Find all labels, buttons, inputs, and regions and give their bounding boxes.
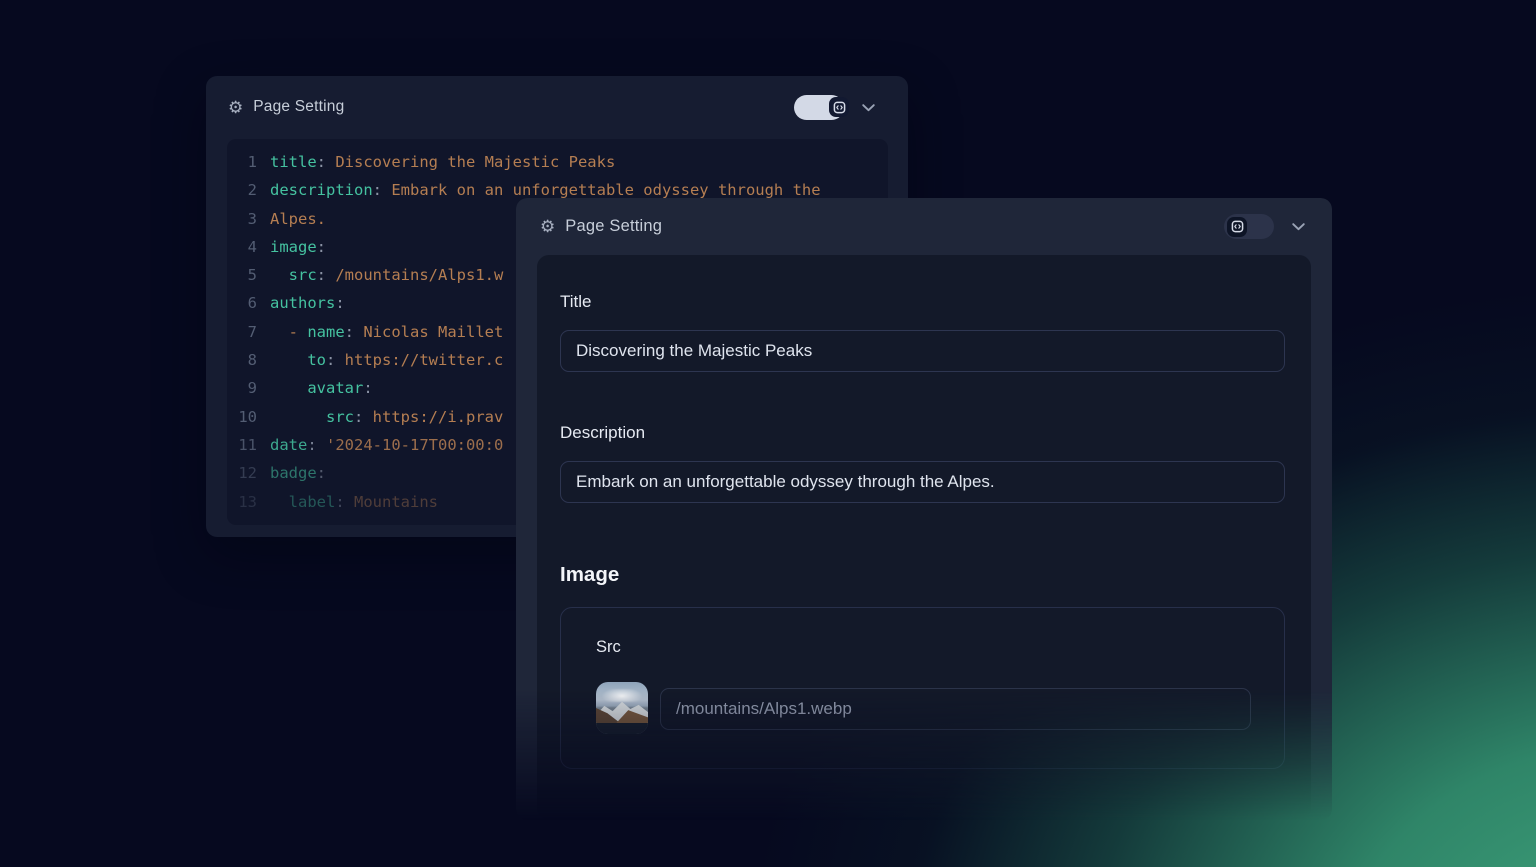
code-text: label: Mountains xyxy=(270,488,438,516)
chevron-down-icon[interactable] xyxy=(1289,217,1308,236)
description-input[interactable] xyxy=(560,461,1285,503)
line-number: 5 xyxy=(227,261,257,289)
code-text: Alpes. xyxy=(270,205,326,233)
line-number: 11 xyxy=(227,431,257,459)
line-number: 13 xyxy=(227,488,257,516)
description-field-label: Description xyxy=(560,423,645,443)
code-view-toggle[interactable] xyxy=(794,95,844,120)
line-number: 7 xyxy=(227,318,257,346)
code-text: title: Discovering the Majestic Peaks xyxy=(270,148,615,176)
code-text: src: https://i.prav xyxy=(270,403,503,431)
line-number: 2 xyxy=(227,176,257,204)
panel-title: Page Setting xyxy=(565,217,662,236)
app-background: { "colors": { "background": "#06091f", "… xyxy=(0,0,1536,867)
image-group-card: Src xyxy=(560,607,1285,769)
code-text: avatar: xyxy=(270,374,373,402)
panel-header: ⚙ Page Setting xyxy=(206,76,908,138)
code-text: date: '2024-10-17T00:00:0 xyxy=(270,431,503,459)
thumbnail-sky xyxy=(598,689,646,701)
line-number: 9 xyxy=(227,374,257,402)
title-field-label: Title xyxy=(560,292,592,312)
code-text: image: xyxy=(270,233,326,261)
gear-icon: ⚙ xyxy=(540,218,555,235)
src-field-label: Src xyxy=(596,638,621,657)
chevron-down-icon[interactable] xyxy=(859,98,878,117)
page-setting-panel-form-view: ⚙ Page Setting Title Description Image S xyxy=(516,198,1332,820)
image-section-heading: Image xyxy=(560,563,619,587)
line-number: 8 xyxy=(227,346,257,374)
line-number: 6 xyxy=(227,289,257,317)
code-text: badge: xyxy=(270,459,326,487)
code-view-icon xyxy=(1227,217,1247,237)
title-input[interactable] xyxy=(560,330,1285,372)
image-src-input[interactable] xyxy=(660,688,1251,730)
settings-form: Title Description Image Src xyxy=(537,255,1311,820)
code-text: authors: xyxy=(270,289,345,317)
thumbnail-lake xyxy=(596,723,648,734)
line-number: 4 xyxy=(227,233,257,261)
line-number: 12 xyxy=(227,459,257,487)
panel-header: ⚙ Page Setting xyxy=(516,198,1332,255)
code-view-toggle[interactable] xyxy=(1224,214,1274,239)
panel-title: Page Setting xyxy=(253,98,344,116)
line-number: 1 xyxy=(227,148,257,176)
code-text: - name: Nicolas Maillet xyxy=(270,318,503,346)
code-text: src: /mountains/Alps1.w xyxy=(270,261,503,289)
line-number: 10 xyxy=(227,403,257,431)
mountain-photo-thumbnail[interactable] xyxy=(596,682,648,734)
line-number: 3 xyxy=(227,205,257,233)
code-view-icon xyxy=(829,97,849,117)
gear-icon: ⚙ xyxy=(228,99,243,116)
code-line: 1 title: Discovering the Majestic Peaks xyxy=(227,148,888,176)
code-text: to: https://twitter.c xyxy=(270,346,503,374)
